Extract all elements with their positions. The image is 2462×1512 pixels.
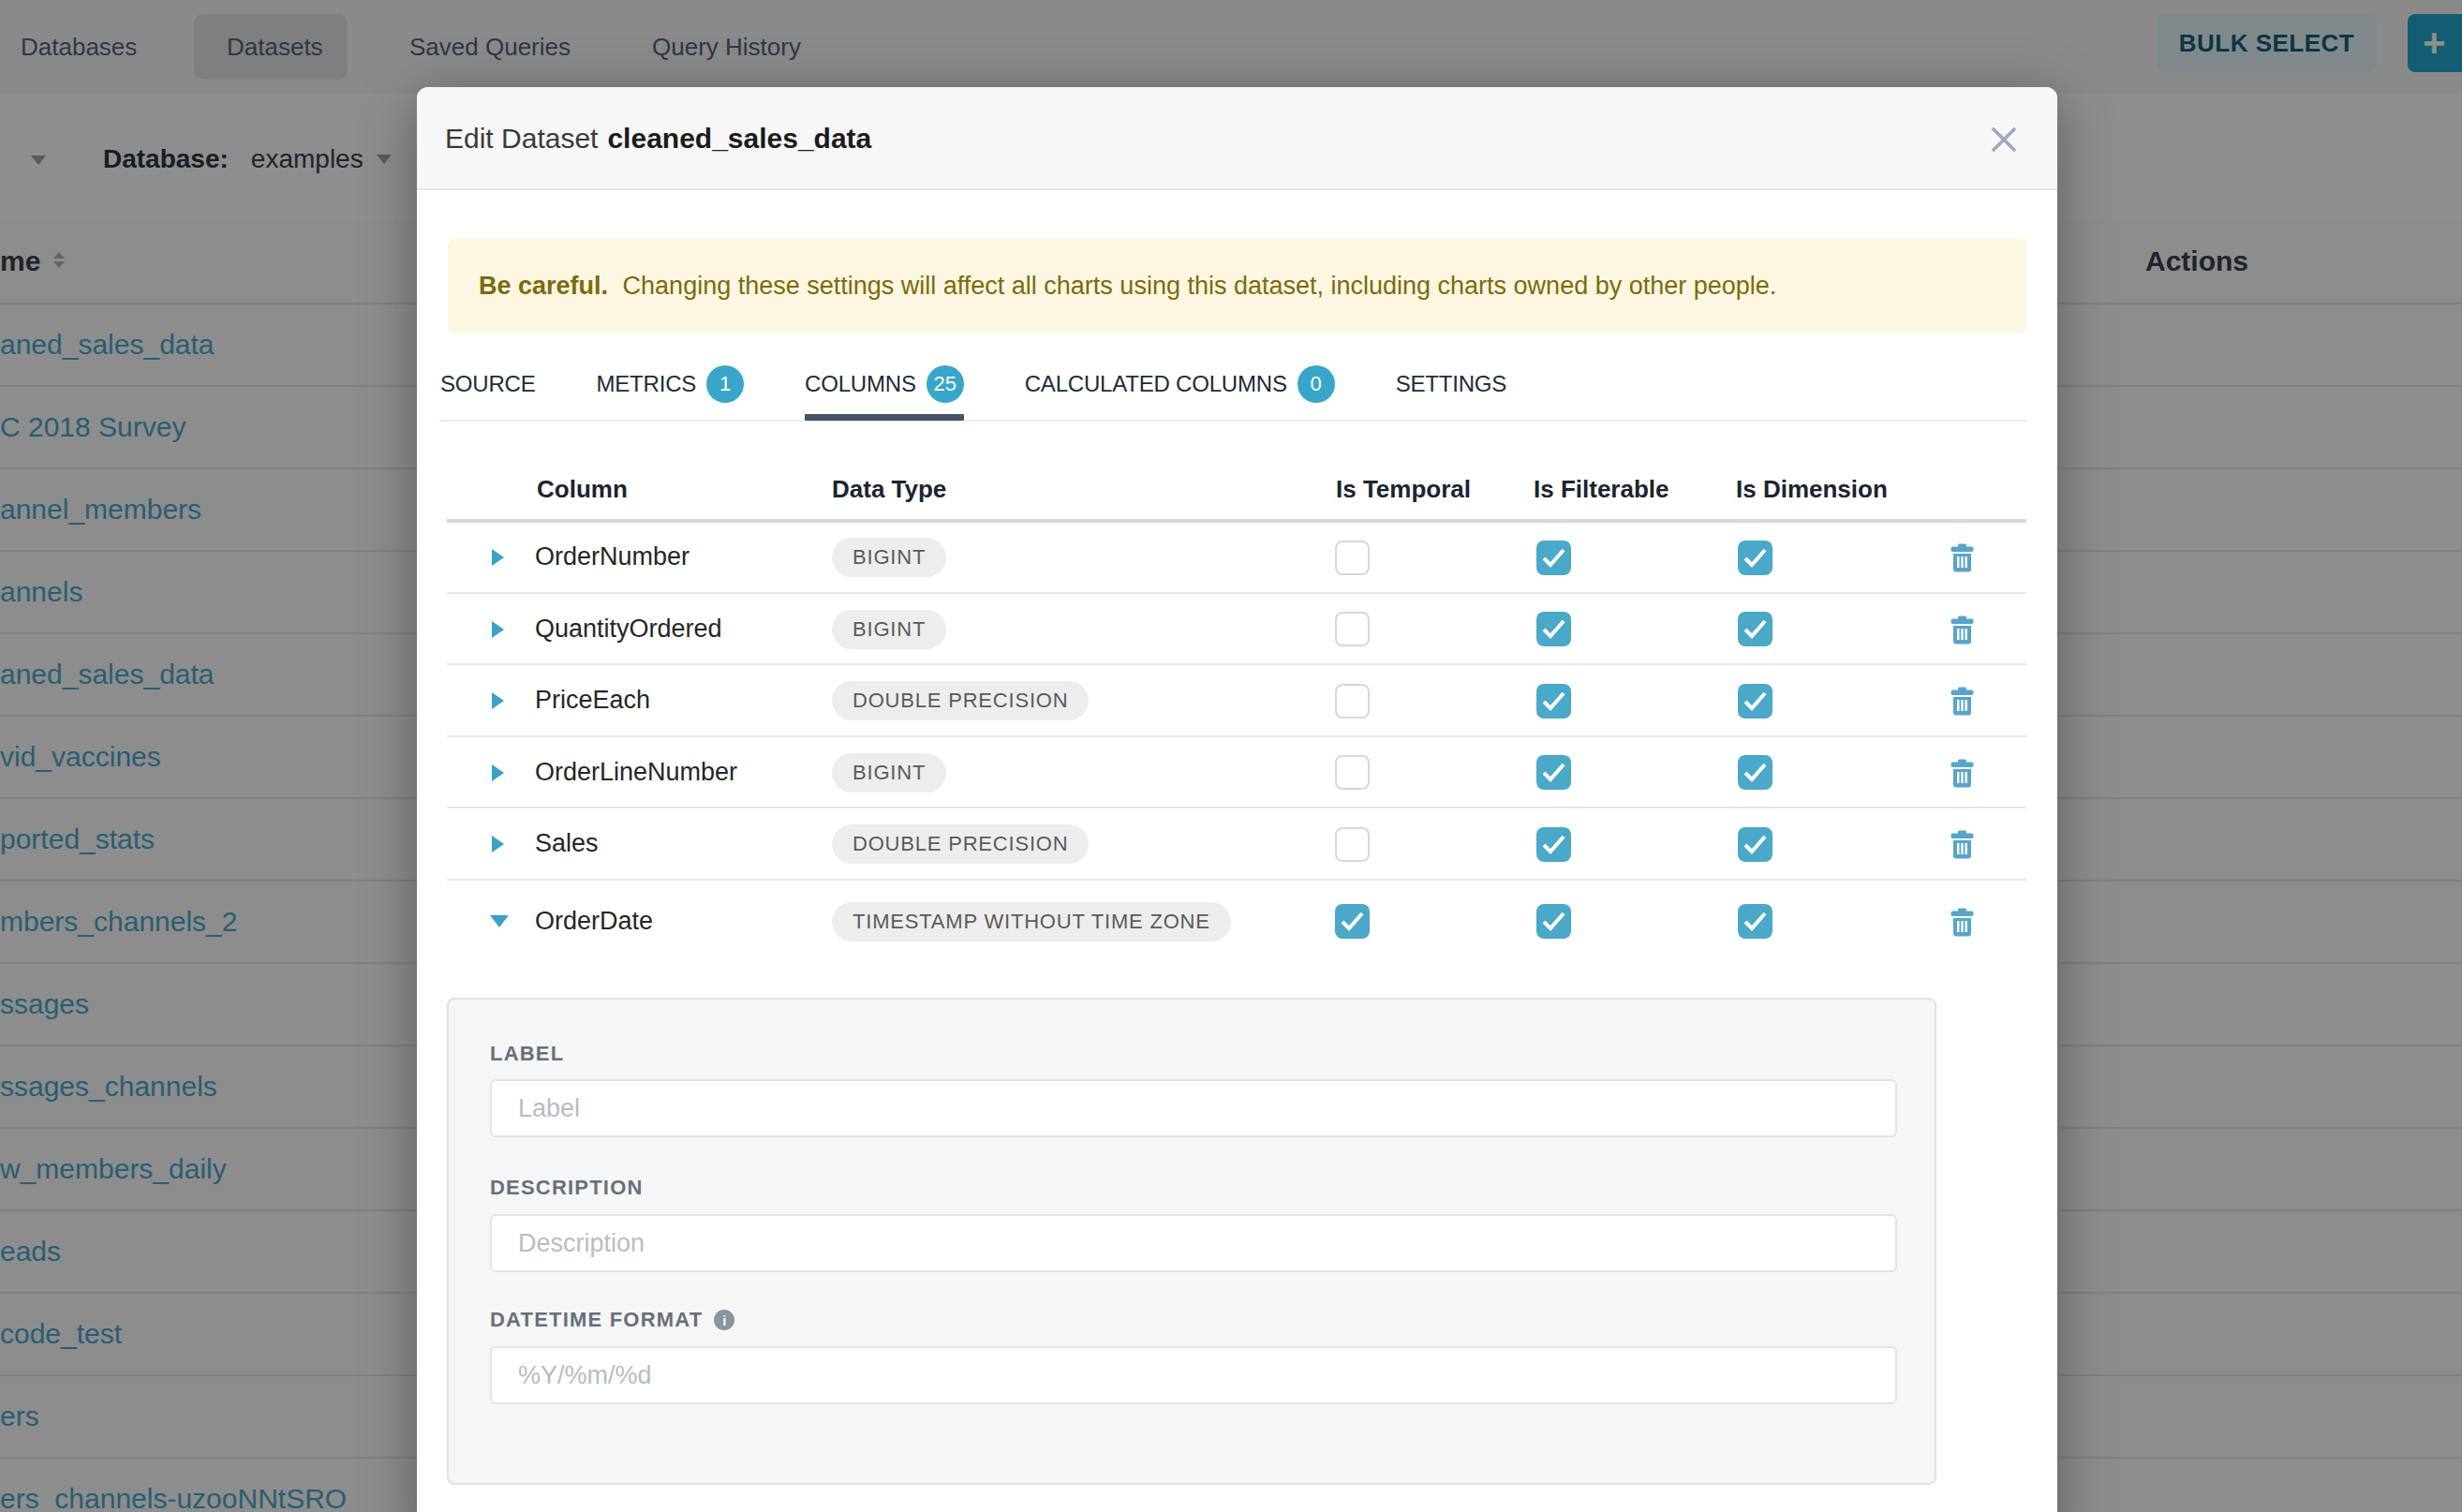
warning-bold-text: Be careful. xyxy=(479,272,608,300)
data-type-pill: BIGINT xyxy=(832,538,946,577)
delete-column-icon[interactable] xyxy=(1950,908,1975,937)
checkbox-checked[interactable] xyxy=(1536,684,1571,719)
checkbox-checked[interactable] xyxy=(1536,541,1571,575)
tab-count-badge: 25 xyxy=(927,365,964,403)
active-tab-underline xyxy=(805,414,964,421)
tab-label: COLUMNS xyxy=(805,371,916,397)
data-type-pill: TIMESTAMP WITHOUT TIME ZONE xyxy=(832,902,1231,941)
delete-column-icon[interactable] xyxy=(1950,615,1975,645)
tabs-bottom-border xyxy=(439,420,2026,422)
checkbox-checked[interactable] xyxy=(1738,904,1772,939)
modal-tabs: SOURCE METRICS 1 COLUMNS 25 CALCULATED COLUMN… xyxy=(440,349,1506,422)
tab-columns[interactable]: COLUMNS 25 xyxy=(805,349,964,419)
description-input[interactable] xyxy=(490,1214,1897,1272)
column-row-ordernumber: OrderNumber BIGINT xyxy=(417,522,2057,594)
column-header-istemporal: Is Temporal xyxy=(1336,475,1471,504)
checkbox-checked[interactable] xyxy=(1738,612,1772,646)
checkbox-checked[interactable] xyxy=(1536,755,1571,790)
expand-row-icon[interactable] xyxy=(492,836,504,852)
column-row-quantityordered: QuantityOrdered BIGINT xyxy=(417,594,2057,666)
tab-source[interactable]: SOURCE xyxy=(440,349,535,419)
column-header-isdimension: Is Dimension xyxy=(1736,475,1888,504)
column-row-sales: Sales DOUBLE PRECISION xyxy=(417,808,2057,881)
expand-row-icon[interactable] xyxy=(492,692,504,709)
data-type-pill: DOUBLE PRECISION xyxy=(832,824,1089,864)
tab-count-badge: 0 xyxy=(1298,365,1335,403)
column-name: OrderDate xyxy=(535,907,653,936)
checkbox-checked[interactable] xyxy=(1335,904,1370,939)
column-row-priceeach: PriceEach DOUBLE PRECISION xyxy=(417,665,2057,737)
checkbox-unchecked[interactable] xyxy=(1335,612,1370,646)
data-type-pill: BIGINT xyxy=(832,610,946,649)
tab-calculated-columns[interactable]: CALCULATED COLUMNS 0 xyxy=(1025,349,1335,419)
expand-row-icon[interactable] xyxy=(492,549,504,566)
label-input[interactable] xyxy=(490,1079,1897,1137)
edit-dataset-modal: Edit Dataset cleaned_sales_data Be caref… xyxy=(417,87,2057,1512)
tab-label: CALCULATED COLUMNS xyxy=(1025,371,1287,397)
column-detail-panel: LABEL DESCRIPTION DATETIME FORMATi xyxy=(447,998,1936,1485)
column-name: Sales xyxy=(535,829,599,858)
modal-header: Edit Dataset cleaned_sales_data xyxy=(417,87,2057,190)
checkbox-checked[interactable] xyxy=(1536,827,1571,862)
modal-title: Edit Dataset cleaned_sales_data xyxy=(445,87,871,190)
data-type-pill: BIGINT xyxy=(832,753,946,793)
warning-banner: Be careful. Changing these settings will… xyxy=(448,239,2026,333)
checkbox-unchecked[interactable] xyxy=(1335,827,1370,862)
tab-metrics[interactable]: METRICS 1 xyxy=(596,349,744,419)
checkbox-checked[interactable] xyxy=(1738,684,1772,719)
column-name: OrderNumber xyxy=(535,542,690,571)
tab-settings[interactable]: SETTINGS xyxy=(1396,349,1506,419)
expand-row-icon[interactable] xyxy=(492,764,504,781)
delete-column-icon[interactable] xyxy=(1950,543,1975,572)
column-row-orderdate: OrderDate TIMESTAMP WITHOUT TIME ZONE xyxy=(417,881,2057,963)
checkbox-checked[interactable] xyxy=(1536,904,1571,939)
column-row-orderlinenumber: OrderLineNumber BIGINT xyxy=(417,737,2057,809)
collapse-row-icon[interactable] xyxy=(490,915,509,927)
datetime-format-input[interactable] xyxy=(490,1346,1897,1404)
modal-title-dataset: cleaned_sales_data xyxy=(607,123,871,155)
checkbox-checked[interactable] xyxy=(1738,541,1772,575)
expand-row-icon[interactable] xyxy=(492,621,504,638)
data-type-pill: DOUBLE PRECISION xyxy=(832,681,1089,720)
column-header-column: Column xyxy=(537,475,628,504)
tab-label: SOURCE xyxy=(440,371,535,397)
column-name: PriceEach xyxy=(535,686,650,715)
column-header-isfilterable: Is Filterable xyxy=(1534,475,1669,504)
column-name: QuantityOrdered xyxy=(535,615,722,644)
checkbox-checked[interactable] xyxy=(1738,827,1772,862)
description-field-label: DESCRIPTION xyxy=(490,1176,644,1200)
checkbox-checked[interactable] xyxy=(1536,612,1571,646)
checkbox-checked[interactable] xyxy=(1738,755,1772,790)
info-icon[interactable]: i xyxy=(714,1310,734,1330)
warning-text: Changing these settings will affect all … xyxy=(623,272,1777,300)
column-name: OrderLineNumber xyxy=(535,758,737,787)
datetime-field-label: DATETIME FORMATi xyxy=(490,1308,734,1332)
modal-title-prefix: Edit Dataset xyxy=(445,123,598,155)
checkbox-unchecked[interactable] xyxy=(1335,541,1370,575)
tab-label: SETTINGS xyxy=(1396,371,1506,397)
column-header-datatype: Data Type xyxy=(832,475,946,504)
delete-column-icon[interactable] xyxy=(1950,830,1975,859)
delete-column-icon[interactable] xyxy=(1950,687,1975,716)
checkbox-unchecked[interactable] xyxy=(1335,684,1370,719)
tab-label: METRICS xyxy=(596,371,696,397)
close-icon[interactable] xyxy=(1989,125,2019,155)
label-field-label: LABEL xyxy=(490,1042,564,1066)
checkbox-unchecked[interactable] xyxy=(1335,755,1370,790)
delete-column-icon[interactable] xyxy=(1950,759,1975,788)
tab-count-badge: 1 xyxy=(706,365,744,403)
